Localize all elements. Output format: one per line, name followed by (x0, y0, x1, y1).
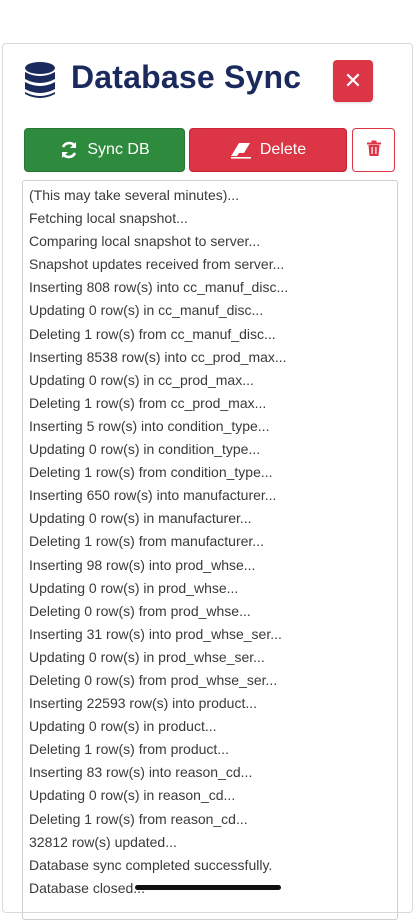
log-line: Inserting 31 row(s) into prod_whse_ser..… (29, 625, 282, 642)
log-line: Inserting 8538 row(s) into cc_prod_max..… (29, 348, 287, 365)
log-line: Inserting 808 row(s) into cc_manuf_disc.… (29, 279, 289, 296)
log-line: Updating 0 row(s) in cc_prod_max... (29, 371, 254, 388)
log-line: Updating 0 row(s) in reason_cd... (29, 787, 236, 804)
log-line: Deleting 1 row(s) from manufacturer... (29, 533, 264, 550)
eraser-icon (230, 141, 252, 159)
log-line: Inserting 22593 row(s) into product... (29, 695, 258, 712)
log-line: Updating 0 row(s) in prod_whse_ser... (29, 648, 265, 665)
log-line: Updating 0 row(s) in cc_manuf_disc... (29, 302, 264, 319)
log-line: Fetching local snapshot... (29, 210, 188, 227)
close-icon: ✕ (343, 68, 363, 93)
trash-button[interactable] (352, 128, 395, 172)
trash-icon (366, 140, 381, 161)
log-line: Updating 0 row(s) in product... (29, 718, 217, 735)
log-line: Deleting 0 row(s) from prod_whse... (29, 602, 251, 619)
sync-log[interactable]: (This may take several minutes)... Fetchi… (22, 180, 398, 920)
log-line: Inserting 650 row(s) into manufacturer..… (29, 487, 277, 504)
home-indicator (135, 885, 281, 890)
log-line: Deleting 1 row(s) from reason_cd... (29, 810, 248, 827)
database-sync-panel: Database Sync ✕ Sync DB Delete (This may… (2, 43, 413, 920)
log-line: Snapshot updates received from server... (29, 256, 285, 273)
log-line: Deleting 1 row(s) from condition_type... (29, 464, 273, 481)
refresh-icon (59, 140, 79, 160)
sync-db-button[interactable]: Sync DB (24, 128, 185, 172)
log-line: Comparing local snapshot to server... (29, 233, 261, 250)
log-line: Inserting 5 row(s) into condition_type..… (29, 417, 270, 434)
log-line: Database sync completed successfully. (29, 856, 273, 873)
log-line: Deleting 1 row(s) from cc_manuf_disc... (29, 325, 276, 342)
log-line: Updating 0 row(s) in condition_type... (29, 441, 261, 458)
log-line: Deleting 0 row(s) from prod_whse_ser... (29, 671, 278, 688)
close-button[interactable]: ✕ (333, 60, 373, 102)
delete-label: Delete (259, 141, 307, 158)
log-line: (This may take several minutes)... (29, 187, 240, 203)
delete-button[interactable]: Delete (189, 128, 347, 172)
log-line: Inserting 98 row(s) into prod_whse... (29, 556, 256, 573)
log-line: Updating 0 row(s) in prod_whse... (29, 579, 239, 596)
status-bar-area (0, 0, 415, 44)
log-line: Updating 0 row(s) in manufacturer... (29, 510, 252, 527)
log-line: Inserting 83 row(s) into reason_cd... (29, 764, 253, 781)
page-title: Database Sync (71, 59, 302, 95)
sync-db-label: Sync DB (87, 141, 150, 158)
log-line: Deleting 1 row(s) from cc_prod_max... (29, 394, 267, 411)
log-line: 32812 row(s) updated... (29, 833, 177, 850)
database-icon (23, 61, 57, 101)
log-line: Deleting 1 row(s) from product... (29, 741, 229, 758)
